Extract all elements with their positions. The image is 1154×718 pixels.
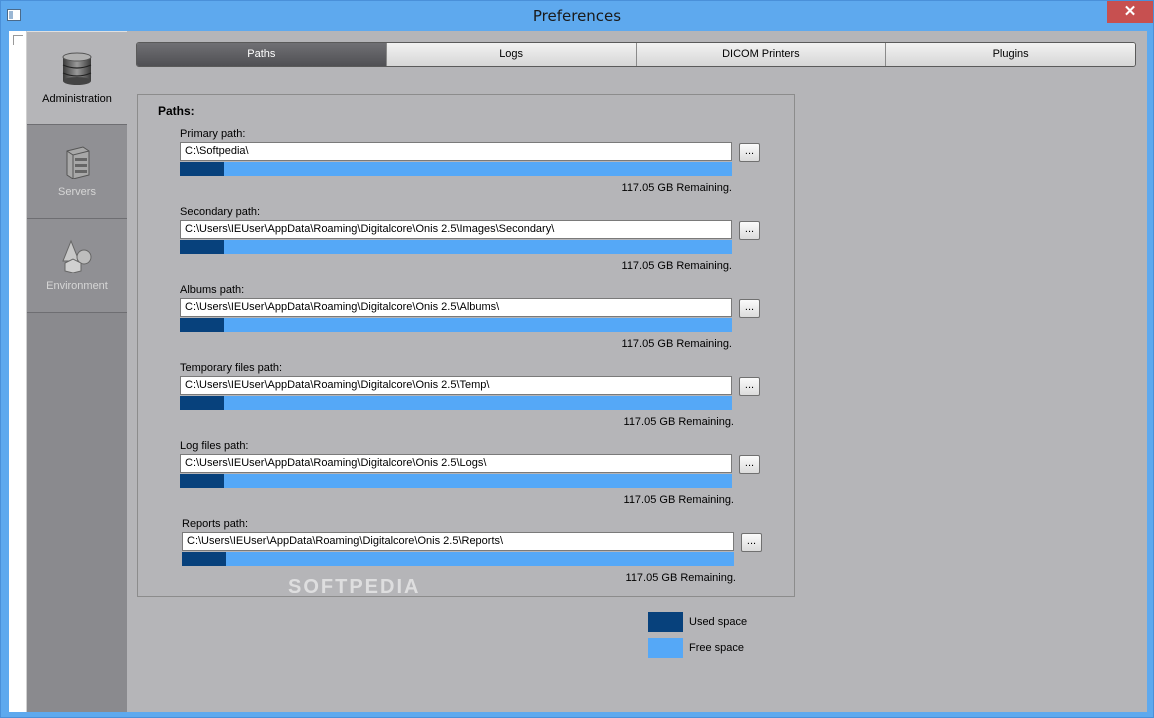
- server-icon: [61, 145, 93, 180]
- database-icon: [61, 52, 93, 86]
- path-label: Reports path:: [182, 518, 249, 530]
- path-label: Temporary files path:: [180, 362, 283, 374]
- path-label: Albums path:: [180, 284, 245, 296]
- albums-path-field[interactable]: C:\Users\IEUser\AppData\Roaming\Digitalc…: [180, 298, 732, 317]
- free-space-swatch: [648, 638, 683, 658]
- disk-usage-bar: [180, 162, 732, 176]
- path-entry-secondary: Secondary path: C:\Users\IEUser\AppData\…: [179, 206, 764, 284]
- disk-usage-bar: [180, 318, 732, 332]
- close-button[interactable]: ✕: [1107, 1, 1153, 23]
- remaining-space-text: 117.05 GB Remaining.: [621, 338, 732, 350]
- tab-plugins[interactable]: Plugins: [886, 43, 1135, 66]
- browse-button[interactable]: ...: [739, 455, 760, 474]
- used-space-fill: [182, 552, 227, 566]
- used-space-fill: [180, 318, 225, 332]
- title-bar[interactable]: Preferences ✕: [1, 1, 1153, 31]
- primary-path-field[interactable]: C:\Softpedia\: [180, 142, 732, 161]
- path-entry-temporary: Temporary files path: C:\Users\IEUser\Ap…: [179, 362, 764, 440]
- remaining-space-text: 117.05 GB Remaining.: [623, 416, 734, 428]
- legend-label: Free space: [689, 642, 745, 654]
- shapes-icon: [61, 239, 93, 274]
- path-entry-albums: Albums path: C:\Users\IEUser\AppData\Roa…: [179, 284, 764, 362]
- paths-group: Paths: Primary path: C:\Softpedia\ ... 1…: [137, 94, 795, 598]
- sidebar: Administration Servers Environment: [9, 31, 127, 712]
- legend-label: Used space: [689, 616, 748, 628]
- remaining-space-text: 117.05 GB Remaining.: [623, 494, 734, 506]
- path-entry-reports: Reports path: C:\Users\IEUser\AppData\Ro…: [181, 518, 766, 596]
- tab-dicom-printers[interactable]: DICOM Printers: [636, 43, 887, 66]
- temporary-path-field[interactable]: C:\Users\IEUser\AppData\Roaming\Digitalc…: [180, 376, 732, 395]
- path-label: Primary path:: [180, 128, 246, 140]
- path-entry-primary: Primary path: C:\Softpedia\ ... 117.05 G…: [179, 128, 764, 206]
- browse-button[interactable]: ...: [739, 221, 760, 240]
- sidebar-strip: [9, 31, 27, 712]
- preferences-window: Preferences ✕ Administration Servers Env…: [0, 0, 1154, 718]
- path-label: Secondary path:: [180, 206, 261, 218]
- disk-usage-bar: [182, 552, 734, 566]
- sidebar-item-administration[interactable]: Administration: [27, 31, 127, 125]
- path-entry-log-files: Log files path: C:\Users\IEUser\AppData\…: [179, 440, 764, 518]
- remaining-space-text: 117.05 GB Remaining.: [625, 572, 736, 584]
- browse-button[interactable]: ...: [739, 143, 760, 162]
- remaining-space-text: 117.05 GB Remaining.: [621, 260, 732, 272]
- browse-button[interactable]: ...: [739, 377, 760, 396]
- close-icon: ✕: [1123, 3, 1137, 20]
- tab-paths[interactable]: Paths: [137, 43, 387, 66]
- used-space-fill: [180, 474, 225, 488]
- browse-button[interactable]: ...: [741, 533, 762, 552]
- disk-usage-bar: [180, 240, 732, 254]
- browse-button[interactable]: ...: [739, 299, 760, 318]
- remaining-space-text: 117.05 GB Remaining.: [621, 182, 732, 194]
- client-area: Administration Servers Environment Paths…: [9, 31, 1147, 712]
- used-space-fill: [180, 396, 225, 410]
- sidebar-item-label: Servers: [58, 186, 96, 198]
- used-space-swatch: [648, 612, 683, 632]
- reports-path-field[interactable]: C:\Users\IEUser\AppData\Roaming\Digitalc…: [182, 532, 734, 551]
- window-title: Preferences: [532, 7, 622, 25]
- sidebar-item-label: Administration: [42, 93, 112, 105]
- path-label: Log files path:: [180, 440, 249, 452]
- sidebar-item-environment[interactable]: Environment: [27, 219, 127, 313]
- tab-logs[interactable]: Logs: [386, 43, 637, 66]
- secondary-path-field[interactable]: C:\Users\IEUser\AppData\Roaming\Digitalc…: [180, 220, 732, 239]
- tab-bar: Paths Logs DICOM Printers Plugins: [136, 42, 1136, 67]
- disk-usage-bar: [180, 474, 732, 488]
- disk-usage-bar: [180, 396, 732, 410]
- log-files-path-field[interactable]: C:\Users\IEUser\AppData\Roaming\Digitalc…: [180, 454, 732, 473]
- sidebar-item-label: Environment: [46, 280, 108, 292]
- group-title: Paths:: [158, 104, 195, 118]
- used-space-fill: [180, 240, 225, 254]
- sidebar-item-servers[interactable]: Servers: [27, 125, 127, 219]
- used-space-fill: [180, 162, 225, 176]
